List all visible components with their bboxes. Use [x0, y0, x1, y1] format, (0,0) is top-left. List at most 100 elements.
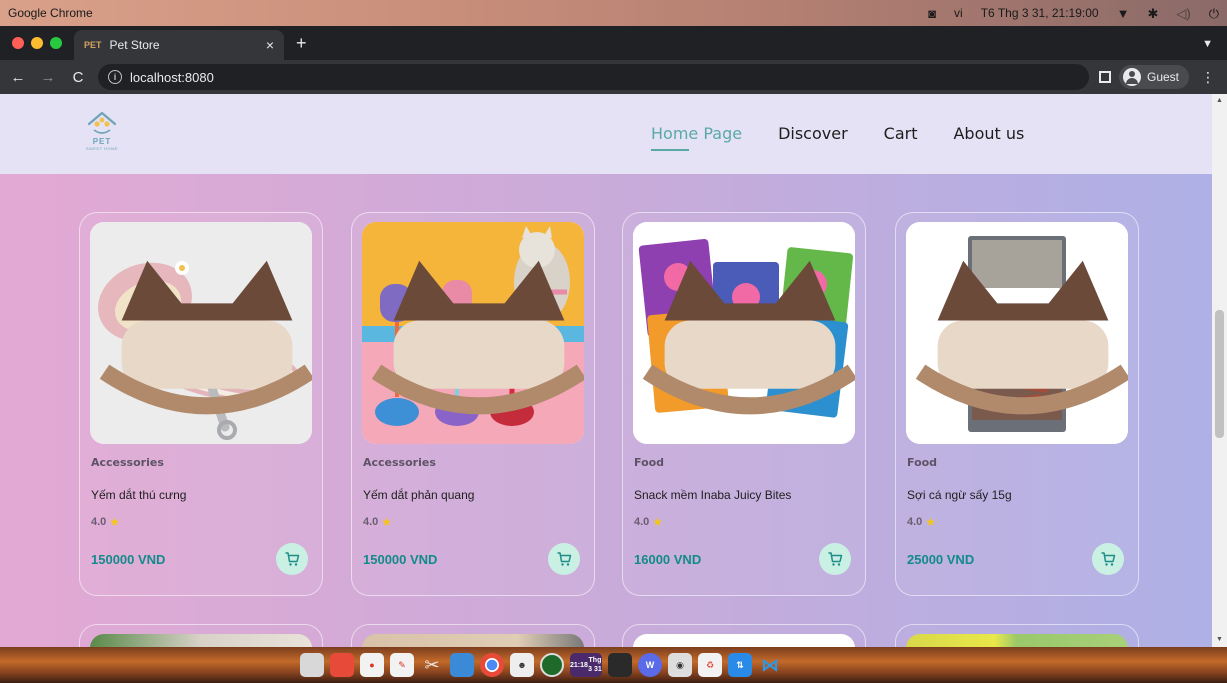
product-image[interactable]: [90, 222, 312, 444]
new-tab-button[interactable]: +: [284, 33, 319, 60]
os-app-name: Google Chrome: [8, 6, 93, 20]
product-price: 25000 VND: [907, 552, 975, 567]
back-button[interactable]: ←: [8, 69, 28, 86]
recycle-app-icon[interactable]: ♻: [698, 653, 722, 677]
product-image[interactable]: [633, 222, 855, 444]
dock-clock-date: Thg 3 31: [588, 657, 602, 673]
profile-label: Guest: [1146, 70, 1179, 84]
product-rating: 4.0 ★: [91, 515, 120, 529]
tab-search-chevron-icon[interactable]: ▼: [1202, 38, 1227, 60]
camera-app-icon[interactable]: ◉: [668, 653, 692, 677]
product-card[interactable]: Food Snack mềm Inaba Juicy Bites 4.0 ★ 1…: [622, 212, 866, 596]
site-logo[interactable]: PET SWEET HOME: [80, 110, 124, 154]
desktop-app-icon[interactable]: [450, 653, 474, 677]
clock-widget[interactable]: 21:18 Thg 3 31: [570, 653, 602, 677]
site-info-icon[interactable]: i: [108, 70, 122, 84]
product-image[interactable]: [362, 634, 584, 647]
product-category: Food: [907, 456, 938, 469]
cat-mascot-icon: [915, 260, 1128, 415]
product-price: 16000 VND: [634, 552, 702, 567]
scroll-down-arrow-icon[interactable]: ▼: [1212, 633, 1227, 647]
maximize-window-button[interactable]: [50, 37, 62, 49]
bluetooth-icon[interactable]: ✱: [1147, 7, 1158, 20]
close-window-button[interactable]: [12, 37, 24, 49]
add-to-cart-button[interactable]: [548, 543, 580, 575]
product-name[interactable]: Sợi cá ngừ sấy 15g: [907, 488, 1012, 502]
logo-subtext: SWEET HOME: [85, 146, 119, 151]
power-icon[interactable]: ⏻: [1209, 7, 1219, 20]
postman-app-icon[interactable]: ☻: [510, 653, 534, 677]
product-image[interactable]: [633, 634, 855, 647]
nav-cart[interactable]: Cart: [884, 124, 918, 143]
scissors-tool-icon[interactable]: ✂: [420, 653, 444, 677]
product-image[interactable]: [362, 222, 584, 444]
product-card[interactable]: [895, 624, 1139, 647]
input-method-indicator[interactable]: vi: [954, 6, 963, 20]
reload-button[interactable]: C: [68, 69, 88, 86]
product-name[interactable]: Snack mềm Inaba Juicy Bites: [634, 488, 791, 502]
add-to-cart-button[interactable]: [819, 543, 851, 575]
side-panel-icon[interactable]: [1098, 71, 1111, 83]
product-image[interactable]: [906, 634, 1128, 647]
chrome-app-icon[interactable]: [480, 653, 504, 677]
tab-close-icon[interactable]: ×: [266, 37, 274, 53]
screenshot-icon[interactable]: ◙: [928, 7, 936, 20]
product-category: Food: [634, 456, 665, 469]
url-text[interactable]: localhost:8080: [130, 70, 214, 85]
cart-icon: [285, 552, 300, 566]
cat-mascot-icon: [371, 260, 584, 415]
volume-icon[interactable]: ◁): [1176, 7, 1190, 20]
product-card[interactable]: [351, 624, 595, 647]
product-image[interactable]: [906, 222, 1128, 444]
radar-app-icon[interactable]: [540, 653, 564, 677]
browser-toolbar: ← → C i localhost:8080 Guest ⋮: [0, 60, 1227, 94]
product-category: Accessories: [363, 456, 436, 469]
product-card[interactable]: Accessories Yếm dắt thú cưng 4.0 ★ 15000…: [79, 212, 323, 596]
product-name[interactable]: Yếm dắt phản quang: [363, 488, 474, 502]
cart-icon: [1101, 552, 1116, 566]
cat-mascot-icon: [99, 260, 312, 415]
minimize-window-button[interactable]: [31, 37, 43, 49]
product-card[interactable]: Accessories Yếm dắt phản quang 4.0 ★ 150…: [351, 212, 595, 596]
product-card[interactable]: Food Sợi cá ngừ sấy 15g 4.0 ★ 25000 VND: [895, 212, 1139, 596]
product-category: Accessories: [91, 456, 164, 469]
updater-app-icon[interactable]: ⇅: [728, 653, 752, 677]
nav-home-page[interactable]: Home Page: [651, 124, 742, 151]
os-datetime[interactable]: T6 Thg 3 31, 21:19:00: [981, 6, 1099, 20]
product-image[interactable]: [90, 634, 312, 647]
rating-value: 4.0: [363, 516, 379, 528]
forward-button[interactable]: →: [38, 69, 58, 86]
browser-menu-icon[interactable]: ⋮: [1197, 69, 1219, 86]
product-card[interactable]: [79, 624, 323, 647]
star-icon: ★: [925, 515, 937, 529]
nav-about-us[interactable]: About us: [953, 124, 1024, 143]
product-card[interactable]: [622, 624, 866, 647]
site-header: PET SWEET HOME Home Page Discover Cart A…: [0, 94, 1212, 174]
word-app-icon[interactable]: W: [638, 653, 662, 677]
text-editor-icon[interactable]: ✎: [390, 653, 414, 677]
document-viewer-icon[interactable]: ●: [360, 653, 384, 677]
page-scrollbar[interactable]: ▲ ▼: [1212, 94, 1227, 647]
scroll-thumb[interactable]: [1215, 310, 1224, 438]
add-to-cart-button[interactable]: [1092, 543, 1124, 575]
profile-button[interactable]: Guest: [1118, 65, 1189, 89]
product-name[interactable]: Yếm dắt thú cưng: [91, 488, 186, 502]
tab-title: Pet Store: [109, 38, 160, 52]
terminal-app-icon[interactable]: [608, 653, 632, 677]
rating-value: 4.0: [907, 516, 923, 528]
main-nav: Home Page Discover Cart About us: [651, 124, 1024, 151]
nav-discover[interactable]: Discover: [778, 124, 848, 143]
star-icon: ★: [652, 515, 664, 529]
screenshot-app-icon[interactable]: [330, 653, 354, 677]
product-rating: 4.0 ★: [634, 515, 663, 529]
browser-tab[interactable]: PET Pet Store ×: [74, 30, 284, 60]
star-icon: ★: [381, 515, 393, 529]
page-viewport: PET SWEET HOME Home Page Discover Cart A…: [0, 94, 1212, 647]
add-to-cart-button[interactable]: [276, 543, 308, 575]
files-app-icon[interactable]: [300, 653, 324, 677]
vscode-app-icon[interactable]: ⋈: [758, 653, 782, 677]
star-icon: ★: [109, 515, 121, 529]
wifi-icon[interactable]: ▼: [1117, 7, 1130, 20]
address-bar[interactable]: i localhost:8080: [98, 64, 1089, 90]
scroll-up-arrow-icon[interactable]: ▲: [1212, 94, 1227, 108]
